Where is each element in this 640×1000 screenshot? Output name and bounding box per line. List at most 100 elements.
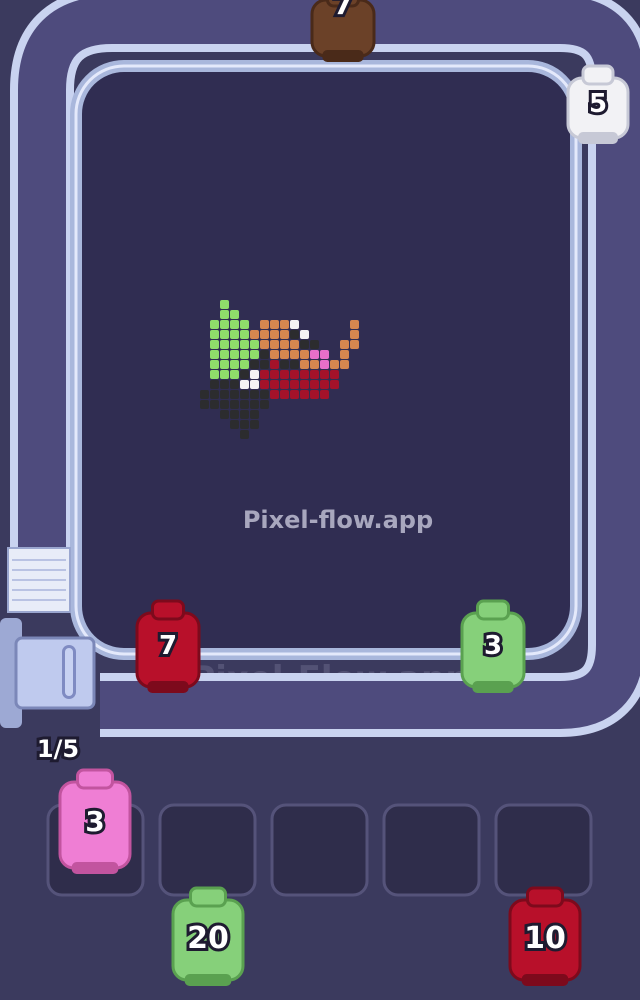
pixel-cell bbox=[210, 380, 219, 389]
pixel-cell bbox=[220, 360, 229, 369]
pixel-cell bbox=[240, 360, 249, 369]
pixel-cell bbox=[260, 390, 269, 399]
slot-3[interactable] bbox=[270, 803, 369, 897]
pixel-cell bbox=[240, 430, 249, 439]
pixel-cell bbox=[280, 390, 289, 399]
pixel-cell bbox=[320, 350, 329, 359]
shooter-foot bbox=[322, 50, 364, 62]
pixel-cell bbox=[230, 340, 239, 349]
queue-counter: 1/5 bbox=[37, 735, 79, 763]
pixel-cell bbox=[330, 360, 339, 369]
pixel-cell bbox=[230, 350, 239, 359]
pixel-cell bbox=[250, 420, 259, 429]
slot-5[interactable] bbox=[494, 803, 593, 897]
pixel-cell bbox=[300, 330, 309, 339]
pixel-cell bbox=[250, 330, 259, 339]
shooter-count: 3 bbox=[484, 631, 502, 661]
pixel-cell bbox=[210, 370, 219, 379]
pixel-cell bbox=[230, 400, 239, 409]
bottom-queue-red[interactable]: 10 bbox=[508, 886, 582, 986]
shooter-foot bbox=[147, 681, 189, 693]
pixel-cell bbox=[210, 350, 219, 359]
pixel-cell bbox=[290, 350, 299, 359]
pixel-cell bbox=[310, 360, 319, 369]
pixel-cell bbox=[240, 330, 249, 339]
watermark: Pixel-flow.app bbox=[243, 506, 433, 534]
belt-shooter-green[interactable]: 3 bbox=[460, 599, 526, 693]
pixel-cell bbox=[220, 330, 229, 339]
pixel-cell bbox=[220, 320, 229, 329]
belt-entry-ramp bbox=[7, 547, 71, 613]
bottom-queue-green[interactable]: 20 bbox=[171, 886, 245, 986]
pixel-cell bbox=[210, 330, 219, 339]
pixel-cell bbox=[260, 370, 269, 379]
pixel-cell bbox=[260, 330, 269, 339]
pixel-cell bbox=[230, 370, 239, 379]
slot-2[interactable] bbox=[158, 803, 257, 897]
pixel-cell bbox=[270, 390, 279, 399]
pixel-cell bbox=[200, 390, 209, 399]
shooter-head bbox=[476, 599, 510, 621]
pixel-cell bbox=[250, 390, 259, 399]
pixel-cell bbox=[240, 320, 249, 329]
pixel-cell bbox=[230, 390, 239, 399]
pixel-cell bbox=[340, 340, 349, 349]
pixel-cell bbox=[290, 380, 299, 389]
belt-shooter-red[interactable]: 7 bbox=[135, 599, 201, 693]
pixel-cell bbox=[220, 310, 229, 319]
pixel-cell bbox=[210, 390, 219, 399]
shooter-foot bbox=[71, 862, 119, 874]
pixel-cell bbox=[250, 410, 259, 419]
pixel-cell bbox=[340, 350, 349, 359]
belt-shooter-brown[interactable]: 7 bbox=[310, 0, 376, 62]
pixel-cell bbox=[220, 300, 229, 309]
pixel-cell bbox=[340, 360, 349, 369]
pixel-cell bbox=[290, 340, 299, 349]
pixel-cell bbox=[320, 390, 329, 399]
pixel-cell bbox=[250, 360, 259, 369]
shooter-head bbox=[189, 886, 227, 908]
pixel-cell bbox=[240, 400, 249, 409]
pixel-cell bbox=[210, 400, 219, 409]
pixel-cell bbox=[230, 320, 239, 329]
pixel-cell bbox=[320, 360, 329, 369]
pixel-cell bbox=[210, 320, 219, 329]
pixel-cell bbox=[260, 350, 269, 359]
pixel-cell bbox=[310, 390, 319, 399]
pixel-cell bbox=[220, 340, 229, 349]
pixel-cell bbox=[220, 390, 229, 399]
pixel-cell bbox=[300, 390, 309, 399]
pixel-cell bbox=[230, 380, 239, 389]
pixel-cell bbox=[220, 350, 229, 359]
game-board: Pixel-Flow.app Pixel-Flow.app Pixel-flow… bbox=[0, 0, 640, 1000]
pixel-cell bbox=[330, 370, 339, 379]
shooter-count: 7 bbox=[159, 631, 177, 661]
pixel-cell bbox=[290, 370, 299, 379]
pixel-cell bbox=[310, 370, 319, 379]
shooter-count: 7 bbox=[333, 0, 352, 21]
pixel-cell bbox=[240, 380, 249, 389]
pixel-cell bbox=[260, 320, 269, 329]
pixel-cell bbox=[240, 410, 249, 419]
shooter-head bbox=[581, 64, 615, 86]
slot-4[interactable] bbox=[382, 803, 481, 897]
shooter-count: 20 bbox=[187, 921, 229, 956]
pixel-cell bbox=[250, 380, 259, 389]
pixel-cell bbox=[240, 350, 249, 359]
pixel-cell bbox=[300, 360, 309, 369]
pixel-cell bbox=[280, 340, 289, 349]
pixel-cell bbox=[310, 340, 319, 349]
pixel-cell bbox=[350, 320, 359, 329]
pixel-cell bbox=[310, 350, 319, 359]
shooter-head bbox=[526, 886, 564, 908]
pixel-cell bbox=[290, 390, 299, 399]
pixel-cell bbox=[290, 320, 299, 329]
pixel-cell bbox=[290, 330, 299, 339]
belt-shooter-white[interactable]: 5 bbox=[566, 64, 630, 144]
pixel-cell bbox=[250, 350, 259, 359]
pixel-cell bbox=[350, 330, 359, 339]
pixel-cell bbox=[300, 370, 309, 379]
active-shooter-pink[interactable]: 3 bbox=[58, 768, 132, 874]
pixel-cell bbox=[230, 310, 239, 319]
pixel-cell bbox=[310, 380, 319, 389]
